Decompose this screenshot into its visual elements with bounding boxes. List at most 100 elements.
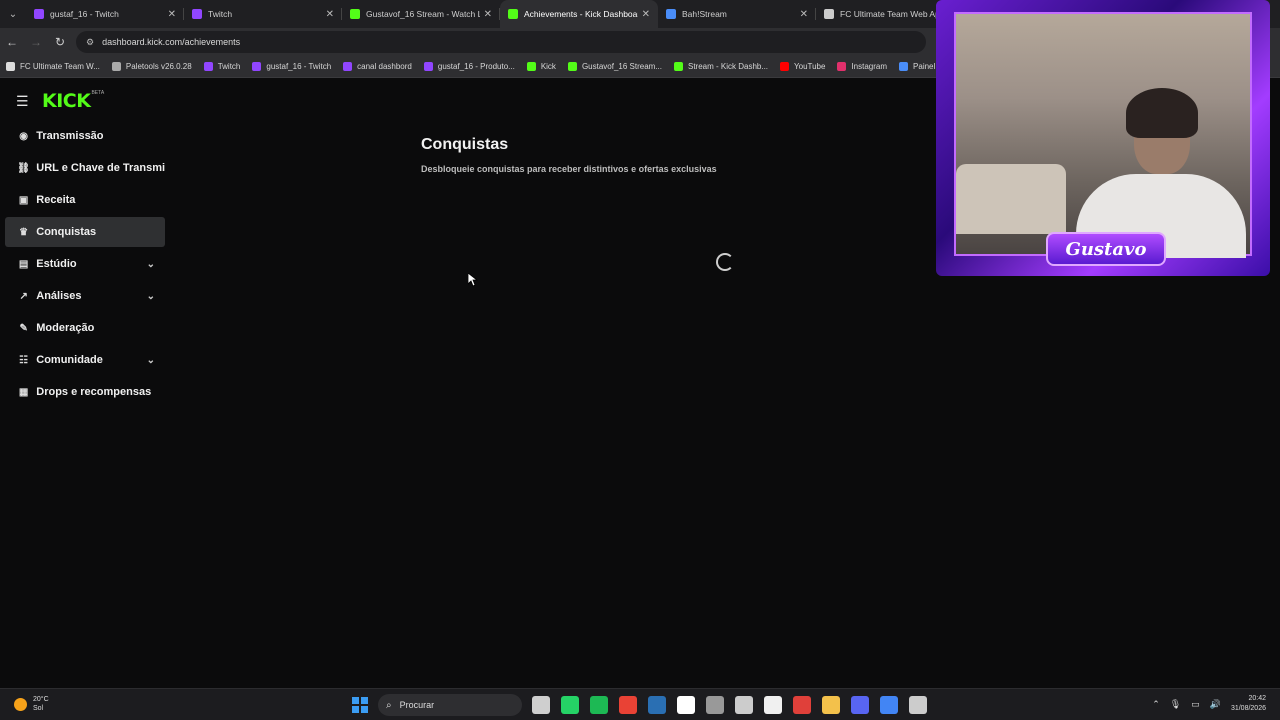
taskbar-app-icon[interactable] (706, 696, 724, 714)
bookmark-item[interactable]: Stream - Kick Dashb... (673, 62, 769, 71)
taskbar-app-icon[interactable] (851, 696, 869, 714)
bookmark-favicon-icon (423, 62, 433, 71)
bookmark-label: Instagram (851, 62, 888, 71)
taskbar-app-icon[interactable] (909, 696, 927, 714)
browser-tab[interactable]: Bah!Stream ✕ (658, 0, 816, 28)
weather-condition: Sol (33, 705, 44, 712)
page-title: Conquistas (421, 136, 509, 153)
search-placeholder: Procurar (399, 700, 435, 710)
logo-row: ☰ KICK BETA (16, 90, 104, 112)
bookmark-item[interactable]: canal dashbord (343, 62, 412, 71)
bookmark-favicon-icon (673, 62, 683, 71)
tab-close-icon[interactable]: ✕ (484, 9, 492, 20)
taskbar-app-icon[interactable] (619, 696, 637, 714)
taskbar-app-icon[interactable] (880, 696, 898, 714)
back-icon[interactable]: ← (0, 30, 24, 54)
bookmark-item[interactable]: FC Ultimate Team W... (6, 62, 100, 71)
chevron-up-icon[interactable]: ⌃ (1152, 699, 1160, 710)
browser-tab[interactable]: Twitch ✕ (184, 0, 342, 28)
tab-title: gustaf_16 - Twitch (50, 9, 119, 19)
microphone-icon[interactable]: 🎙 (1170, 699, 1181, 710)
taskbar-app-icon[interactable] (648, 696, 666, 714)
sidebar-item[interactable]: ▣ Receita (5, 185, 165, 215)
sidebar-item[interactable]: ▦ Drops e recompensas (5, 377, 165, 407)
hamburger-menu-icon[interactable]: ☰ (16, 93, 34, 110)
clock-time: 20:42 (1248, 695, 1266, 702)
bookmark-favicon-icon (567, 62, 577, 71)
tab-favicon-icon (508, 9, 518, 19)
bookmark-label: gustaf_16 - Produto... (437, 62, 515, 71)
bookmark-favicon-icon (526, 62, 536, 71)
bookmark-label: YouTube (794, 62, 826, 71)
tab-search-icon[interactable]: ⌄ (0, 0, 26, 28)
reload-icon[interactable]: ↻ (48, 30, 72, 54)
tab-close-icon[interactable]: ✕ (326, 9, 334, 20)
gift-icon: ▦ (18, 386, 29, 398)
chevron-down-icon[interactable]: ⌄ (147, 355, 155, 366)
taskbar-app-icon[interactable] (532, 696, 550, 714)
bookmark-favicon-icon (837, 62, 847, 71)
taskbar-app-icon[interactable] (677, 696, 695, 714)
browser-tab[interactable]: Gustavof_16 Stream - Watch Li... ✕ (342, 0, 500, 28)
tab-title: Bah!Stream (682, 9, 727, 19)
bookmark-favicon-icon (899, 62, 909, 71)
bookmark-item[interactable]: Paletools v26.0.28 (111, 62, 192, 71)
sidebar-item[interactable]: ☷ Comunidade ⌄ (5, 345, 165, 375)
site-info-icon[interactable]: ⚙ (86, 37, 94, 48)
taskbar-app-icon[interactable] (793, 696, 811, 714)
clock[interactable]: 20:42 31/08/2026 (1231, 694, 1266, 714)
tab-close-icon[interactable]: ✕ (168, 9, 176, 20)
taskbar-app-icon[interactable] (735, 696, 753, 714)
taskbar-search[interactable]: ⌕ Procurar (378, 694, 522, 716)
wrench-icon: ✎ (19, 322, 28, 334)
taskbar-app-icon[interactable] (764, 696, 782, 714)
chevron-down-icon[interactable]: ⌄ (147, 291, 155, 302)
tab-close-icon[interactable]: ✕ (642, 9, 650, 20)
bookmark-item[interactable]: gustaf_16 - Twitch (252, 62, 331, 71)
start-button-windows-icon[interactable] (352, 697, 368, 713)
taskbar-app-icon[interactable] (561, 696, 579, 714)
taskbar-app-icon[interactable] (590, 696, 608, 714)
volume-icon[interactable]: 🔊 (1210, 699, 1221, 710)
webcam-overlay: Gustavo (936, 0, 1270, 276)
weather-widget[interactable]: 20°C Sol (14, 695, 49, 713)
sidebar-item[interactable]: ◉ Transmissão (5, 121, 165, 151)
url-text: dashboard.kick.com/achievements (102, 37, 241, 47)
taskbar-app-icon[interactable] (822, 696, 840, 714)
bookmark-favicon-icon (343, 62, 353, 71)
tab-favicon-icon (824, 9, 834, 19)
analytics-icon: ↗ (19, 290, 28, 302)
chevron-down-icon[interactable]: ⌄ (147, 259, 155, 270)
bookmark-item[interactable]: gustaf_16 - Produto... (423, 62, 515, 71)
tab-list: gustaf_16 - Twitch ✕ Twitch ✕ Gustavof_16 St… (26, 0, 974, 28)
kick-logo[interactable]: KICK (42, 90, 91, 112)
mouse-cursor-icon (468, 273, 478, 287)
browser-tab[interactable]: Achievements - Kick Dashboard ✕ (500, 0, 658, 28)
community-icon: ☷ (19, 354, 29, 366)
network-icon[interactable]: ▭ (1191, 699, 1200, 710)
bookmark-item[interactable]: Kick (526, 62, 556, 71)
browser-tab[interactable]: gustaf_16 - Twitch ✕ (26, 0, 184, 28)
windows-taskbar: 20°C Sol ⌕ Procurar ⌃ 🎙 ▭ 🔊 20:42 31/08/… (0, 688, 1280, 720)
tab-favicon-icon (34, 9, 44, 19)
taskbar-apps (532, 696, 938, 714)
bookmark-item[interactable]: Gustavof_16 Stream... (567, 62, 662, 71)
sidebar-item[interactable]: ⛓ URL e Chave de Transmissão (5, 153, 165, 183)
sidebar-item[interactable]: ♛ Conquistas (5, 217, 165, 247)
forward-icon[interactable]: → (24, 30, 48, 54)
bookmark-label: Stream - Kick Dashb... (687, 62, 769, 71)
sidebar-item-label: Conquistas (36, 226, 97, 238)
url-field[interactable]: ⚙ dashboard.kick.com/achievements (76, 31, 926, 53)
sidebar-item[interactable]: ▤ Estúdio ⌄ (5, 249, 165, 279)
bookmark-item[interactable]: Instagram (837, 62, 887, 71)
bookmark-item[interactable]: YouTube (780, 62, 825, 71)
sidebar-item[interactable]: ↗ Análises ⌄ (5, 281, 165, 311)
page-subtitle: Desbloqueie conquistas para receber dist… (421, 164, 717, 174)
tab-favicon-icon (192, 9, 202, 19)
broadcast-icon: ◉ (19, 130, 28, 142)
bookmark-item[interactable]: Twitch (203, 62, 240, 71)
tab-title: Achievements - Kick Dashboard (524, 9, 638, 19)
sidebar-item[interactable]: ✎ Moderação (5, 313, 165, 343)
tab-close-icon[interactable]: ✕ (800, 9, 808, 20)
studio-icon: ▤ (18, 258, 29, 270)
